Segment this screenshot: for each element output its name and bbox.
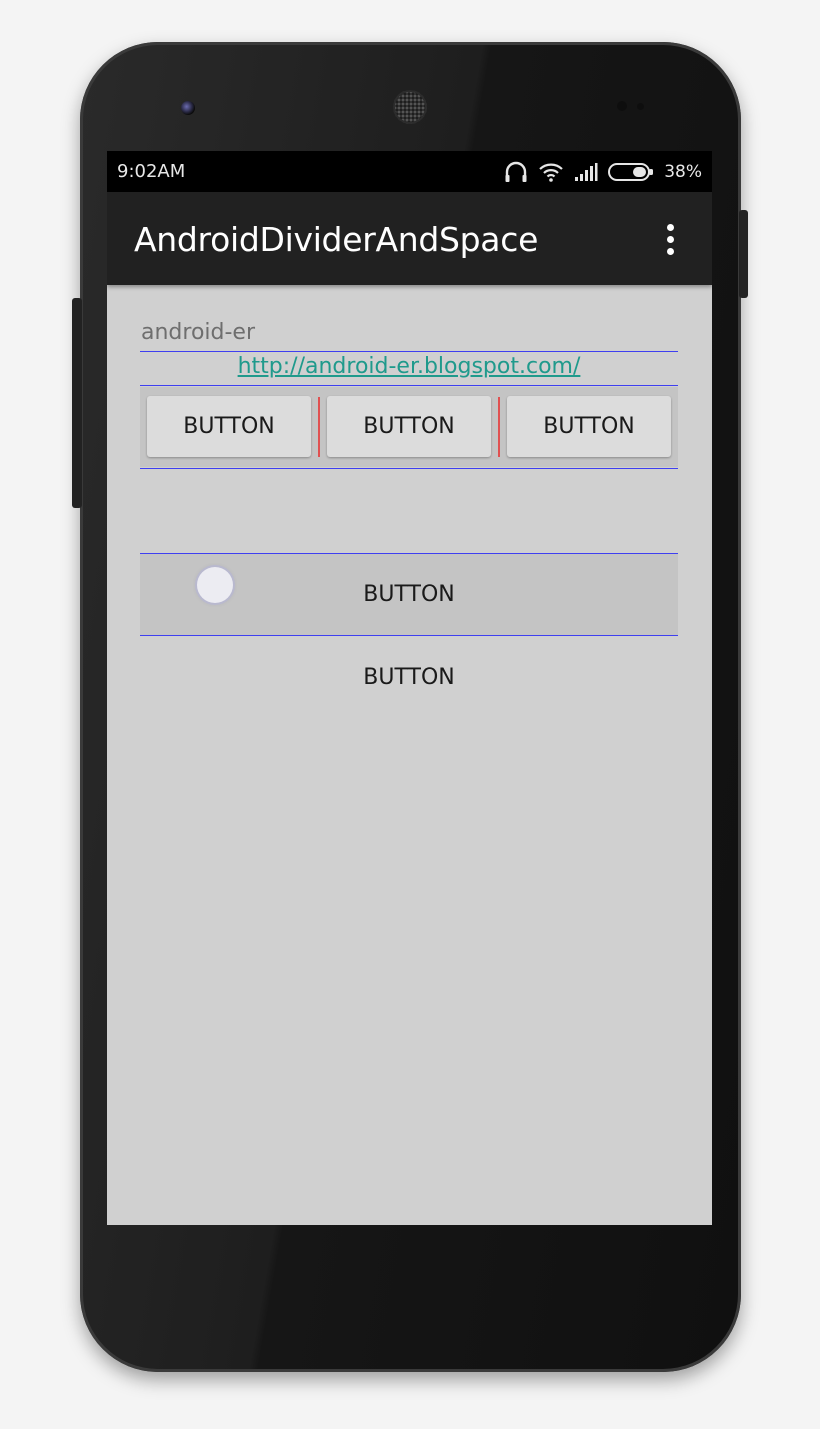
cell-signal-icon xyxy=(574,162,598,182)
bar-button[interactable]: BUTTON xyxy=(140,554,678,635)
blog-link[interactable]: http://android-er.blogspot.com/ xyxy=(140,354,678,379)
divider-line xyxy=(140,635,678,636)
site-label: android-er xyxy=(141,320,256,345)
headphones-icon xyxy=(504,161,528,183)
proximity-sensor xyxy=(617,101,627,111)
action-bar: AndroidDividerAndSpace xyxy=(107,192,712,285)
status-bar: 9:02AM 38% xyxy=(107,151,712,192)
button-3[interactable]: BUTTON xyxy=(507,396,671,457)
power-button xyxy=(739,210,748,298)
button-2[interactable]: BUTTON xyxy=(327,396,491,457)
divider-line xyxy=(140,468,678,469)
light-sensor xyxy=(637,103,644,110)
battery-icon xyxy=(608,162,654,182)
button-divider xyxy=(318,397,320,457)
status-time: 9:02AM xyxy=(117,161,186,182)
divider-line xyxy=(140,351,678,352)
divider-line xyxy=(140,385,678,386)
front-camera-icon xyxy=(181,101,195,115)
plain-button[interactable]: BUTTON xyxy=(140,665,678,690)
button-row: BUTTON BUTTON BUTTON xyxy=(140,387,678,467)
bar-button-label: BUTTON xyxy=(363,582,455,607)
battery-percent: 38% xyxy=(664,162,702,182)
volume-rocker xyxy=(72,298,82,508)
button-divider xyxy=(498,397,500,457)
status-icons: 38% xyxy=(504,159,702,185)
earpiece-speaker xyxy=(393,90,427,124)
screen: 9:02AM 38% AndroidDividerAndSpace androi… xyxy=(107,151,712,1225)
wifi-icon xyxy=(538,161,564,183)
button-1[interactable]: BUTTON xyxy=(147,396,311,457)
app-title: AndroidDividerAndSpace xyxy=(134,220,539,259)
overflow-menu-icon[interactable] xyxy=(661,222,681,258)
